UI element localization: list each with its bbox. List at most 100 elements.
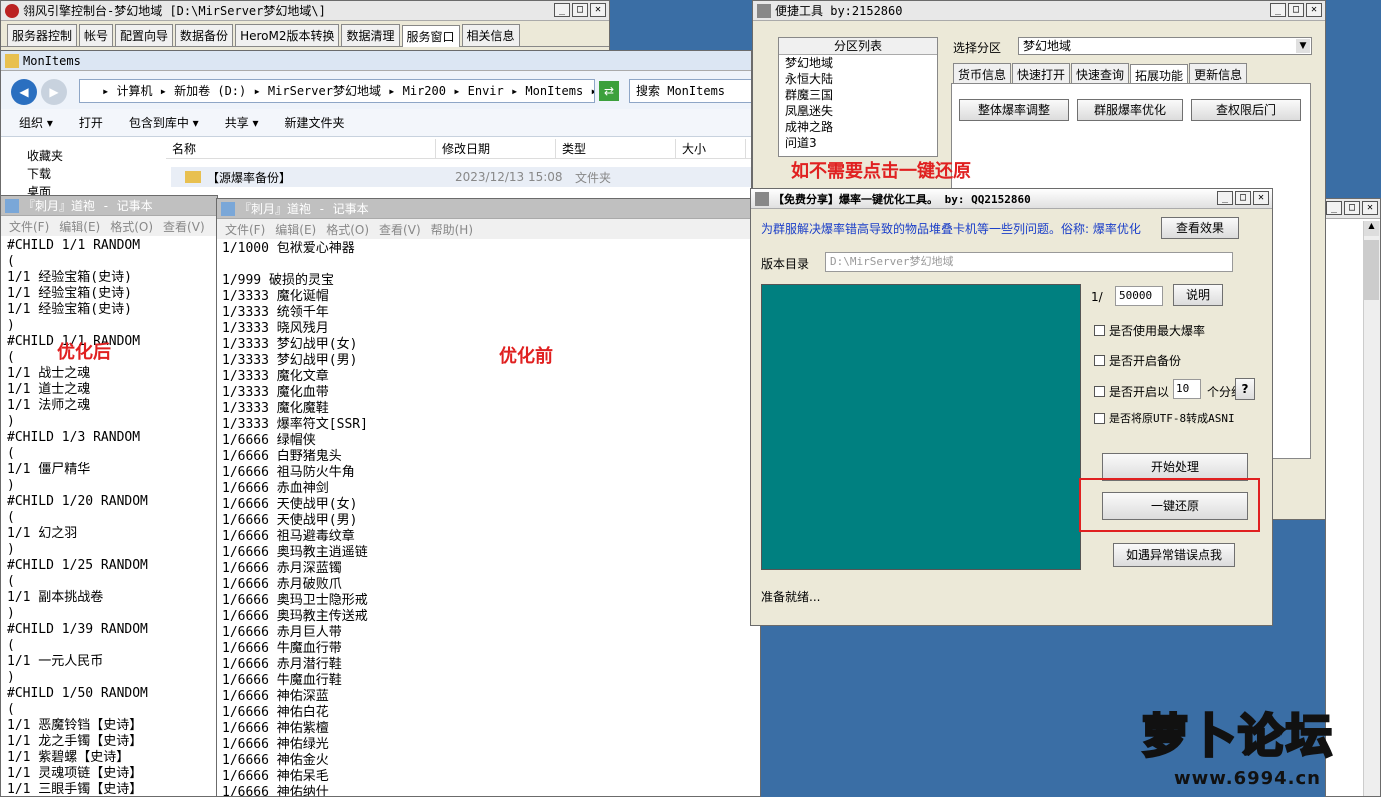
view-effect-button[interactable]: 查看效果 (1161, 217, 1239, 239)
list-item[interactable]: 凤凰迷失 (785, 103, 937, 119)
tab-3[interactable]: 数据备份 (175, 24, 234, 46)
checkbox[interactable] (1094, 412, 1105, 424)
opt-max-rate[interactable]: 是否使用最大爆率 (1094, 322, 1205, 339)
address-field[interactable]: ▸ 计算机 ▸ 新加卷 (D:) ▸ MirServer梦幻地域 ▸ Mir20… (79, 79, 595, 103)
table-row[interactable]: 【源爆率备份】 2023/12/13 15:08 文件夹 (171, 167, 751, 187)
explorer-titlebar[interactable]: MonItems (1, 51, 751, 71)
menu-item-4[interactable]: 帮助(H) (431, 221, 473, 238)
menu-item-1[interactable]: 编辑(E) (275, 221, 316, 238)
toolbar-item-1[interactable]: 打开 (79, 114, 103, 131)
scroll-up-icon[interactable]: ▲ (1364, 221, 1379, 236)
tab-6[interactable]: 服务窗口 (401, 25, 460, 47)
close-button[interactable]: ✕ (1253, 191, 1269, 205)
menu-item-0[interactable]: 文件(F) (9, 218, 49, 235)
toolbar-item-3[interactable]: 共享 ▾ (225, 114, 259, 131)
start-button[interactable]: 开始处理 (1102, 453, 1248, 481)
maximize-button[interactable]: □ (1288, 3, 1304, 17)
opt-group[interactable]: 是否开启以 (1094, 383, 1169, 400)
tab-0[interactable]: 货币信息 (953, 63, 1012, 85)
background-titlebar[interactable]: _ □ ✕ (1326, 199, 1380, 219)
menu-item-3[interactable]: 查看(V) (163, 218, 205, 235)
maximize-button[interactable]: □ (1344, 201, 1360, 215)
text-line: 1/1 道士之魂 (7, 382, 91, 397)
column-header-2[interactable]: 类型 (556, 139, 676, 158)
close-button[interactable]: ✕ (590, 3, 606, 17)
list-item[interactable]: 问道3 (785, 135, 937, 151)
version-path-field[interactable]: D:\MirServer梦幻地域 (825, 252, 1233, 272)
tab-0[interactable]: 服务器控制 (7, 24, 78, 46)
list-item[interactable]: 群魔三国 (785, 87, 937, 103)
notepad-mid-text[interactable]: 1/1000 包袱爱心神器 1/999 破损的灵宝 1/3333 魔化诞帽 1/333… (222, 241, 760, 796)
opt-group-label: 是否开启以 (1109, 385, 1170, 399)
tab-1[interactable]: 快速打开 (1012, 63, 1071, 85)
notepad-mid-titlebar[interactable]: 『刺月』道袍 - 记事本 (217, 199, 760, 219)
minimize-button[interactable]: _ (1270, 3, 1286, 17)
help-button[interactable]: ? (1235, 378, 1255, 400)
close-button[interactable]: ✕ (1362, 201, 1378, 215)
maximize-button[interactable]: □ (1235, 191, 1251, 205)
close-button[interactable]: ✕ (1306, 3, 1322, 17)
back-icon[interactable]: ◀ (11, 79, 37, 105)
column-header-3[interactable]: 大小 (676, 139, 746, 158)
tab-4[interactable]: HeroM2版本转换 (235, 24, 340, 46)
text-line: #CHILD 1/20 RANDOM (7, 494, 148, 509)
toolbar-item-4[interactable]: 新建文件夹 (285, 114, 345, 131)
notepad-left-titlebar[interactable]: 『刺月』道袍 - 记事本 (1, 196, 217, 216)
nav-item-1[interactable]: 下载 (27, 165, 164, 183)
explain-button[interactable]: 说明 (1173, 284, 1223, 306)
checkbox[interactable] (1094, 355, 1105, 366)
quick-title: 便捷工具 by:2152860 (775, 4, 903, 18)
notepad-left-text[interactable]: #CHILD 1/1 RANDOM(1/1 经验宝箱(史诗) 1/1 经验宝箱(史… (7, 238, 217, 796)
partition-select[interactable]: 梦幻地域 ▼ (1018, 37, 1312, 55)
menu-item-2[interactable]: 格式(O) (326, 221, 369, 238)
explorer-window: MonItems ◀ ▶ ▸ 计算机 ▸ 新加卷 (D:) ▸ MirServe… (0, 50, 752, 200)
list-item[interactable]: 成神之路 (785, 119, 937, 135)
tab-5[interactable]: 数据清理 (341, 24, 400, 46)
menu-item-3[interactable]: 查看(V) (379, 221, 421, 238)
ratio-input[interactable]: 50000 (1115, 286, 1163, 306)
text-line: 1/1 幻之羽 (7, 526, 78, 541)
optimizer-titlebar[interactable]: 【免费分享】爆率一键优化工具。 by: QQ2152860 _ □ ✕ (751, 189, 1272, 209)
search-placeholder: 搜索 MonItems (636, 84, 726, 98)
quick-button-2[interactable]: 查权限后门 (1191, 99, 1301, 121)
column-header-0[interactable]: 名称 (166, 139, 436, 158)
quick-titlebar[interactable]: 便捷工具 by:2152860 _ □ ✕ (753, 1, 1325, 21)
opt-utf8[interactable]: 是否将原UTF-8转成ASNI (1094, 410, 1235, 426)
maximize-button[interactable]: □ (572, 3, 588, 17)
text-line: ( (7, 350, 15, 365)
text-line: ) (7, 414, 15, 429)
minimize-button[interactable]: _ (1326, 201, 1342, 215)
checkbox[interactable] (1094, 386, 1105, 397)
search-input[interactable]: 搜索 MonItems (629, 79, 751, 103)
minimize-button[interactable]: _ (554, 3, 570, 17)
minimize-button[interactable]: _ (1217, 191, 1233, 205)
opt-backup[interactable]: 是否开启备份 (1094, 352, 1181, 369)
tab-1[interactable]: 帐号 (79, 24, 114, 46)
engine-console-window: 翎风引擎控制台-梦幻地域 [D:\MirServer梦幻地域\] _ □ ✕ 服务器… (0, 0, 610, 52)
group-input[interactable]: 10 (1173, 379, 1201, 399)
tab-2[interactable]: 快速查询 (1071, 63, 1130, 85)
list-item[interactable]: 永恒大陆 (785, 71, 937, 87)
quick-button-1[interactable]: 群服爆率优化 (1077, 99, 1183, 121)
refresh-icon[interactable]: ⇄ (599, 81, 619, 101)
toolbar-item-0[interactable]: 组织 ▾ (19, 114, 53, 131)
scroll-thumb[interactable] (1364, 240, 1379, 300)
tab-2[interactable]: 配置向导 (115, 24, 174, 46)
quick-button-0[interactable]: 整体爆率调整 (959, 99, 1069, 121)
nav-item-0[interactable]: 收藏夹 (27, 147, 164, 165)
forward-icon[interactable]: ▶ (41, 79, 67, 105)
list-item[interactable]: 梦幻地域 (785, 55, 937, 71)
error-button[interactable]: 如遇异常错误点我 (1113, 543, 1235, 567)
checkbox[interactable] (1094, 325, 1105, 336)
menu-item-1[interactable]: 编辑(E) (59, 218, 100, 235)
tab-4[interactable]: 更新信息 (1189, 63, 1248, 85)
toolbar-item-2[interactable]: 包含到库中 ▾ (129, 114, 199, 131)
console-titlebar[interactable]: 翎风引擎控制台-梦幻地域 [D:\MirServer梦幻地域\] _ □ ✕ (1, 1, 609, 21)
folder-icon (185, 171, 201, 183)
menu-item-0[interactable]: 文件(F) (225, 221, 265, 238)
column-header-1[interactable]: 修改日期 (436, 139, 556, 158)
text-line: 1/3333 爆率符文[SSR] (222, 417, 368, 432)
tab-7[interactable]: 相关信息 (461, 24, 520, 46)
menu-item-2[interactable]: 格式(O) (110, 218, 153, 235)
partition-list[interactable]: 分区列表 梦幻地域 永恒大陆 群魔三国 凤凰迷失 成神之路 问道3 (778, 37, 938, 157)
